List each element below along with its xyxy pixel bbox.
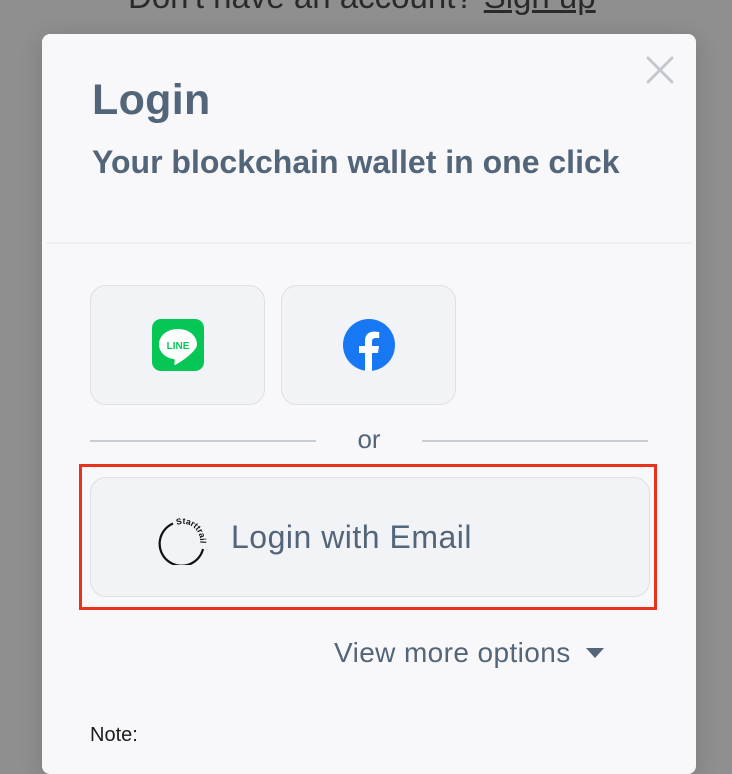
- line-icon: LINE: [151, 319, 204, 371]
- or-line-left: [90, 440, 316, 442]
- view-more-options-button[interactable]: View more options: [334, 637, 605, 669]
- line-icon-text: LINE: [166, 341, 189, 352]
- svg-text:Starttrail: Starttrail: [175, 516, 208, 544]
- login-modal: Login Your blockchain wallet in one clic…: [42, 34, 696, 774]
- close-icon[interactable]: [644, 54, 676, 86]
- note-label: Note:: [90, 724, 138, 746]
- login-with-email-button[interactable]: Starttrail Login with Email: [90, 477, 650, 597]
- header-divider: [46, 242, 692, 244]
- facebook-login-button[interactable]: [281, 285, 456, 405]
- or-line-right: [422, 440, 648, 442]
- starttrail-logo-icon: Starttrail: [158, 516, 208, 565]
- modal-subtitle: Your blockchain wallet in one click: [92, 144, 620, 180]
- or-separator: or: [90, 424, 648, 456]
- login-with-email-label: Login with Email: [231, 519, 472, 555]
- view-more-options-label: View more options: [334, 637, 571, 668]
- starttrail-logo-text: Starttrail: [175, 516, 208, 544]
- caret-down-icon: [585, 648, 604, 658]
- facebook-icon: [342, 319, 395, 371]
- or-text: or: [357, 424, 381, 454]
- signup-link[interactable]: Sign up: [484, 0, 596, 15]
- signup-prompt-text: Don't have an account?: [128, 0, 474, 15]
- line-login-button[interactable]: LINE: [90, 285, 265, 405]
- modal-title: Login: [92, 76, 211, 124]
- background-signup-prompt: Don't have an account? Sign up: [128, 0, 596, 16]
